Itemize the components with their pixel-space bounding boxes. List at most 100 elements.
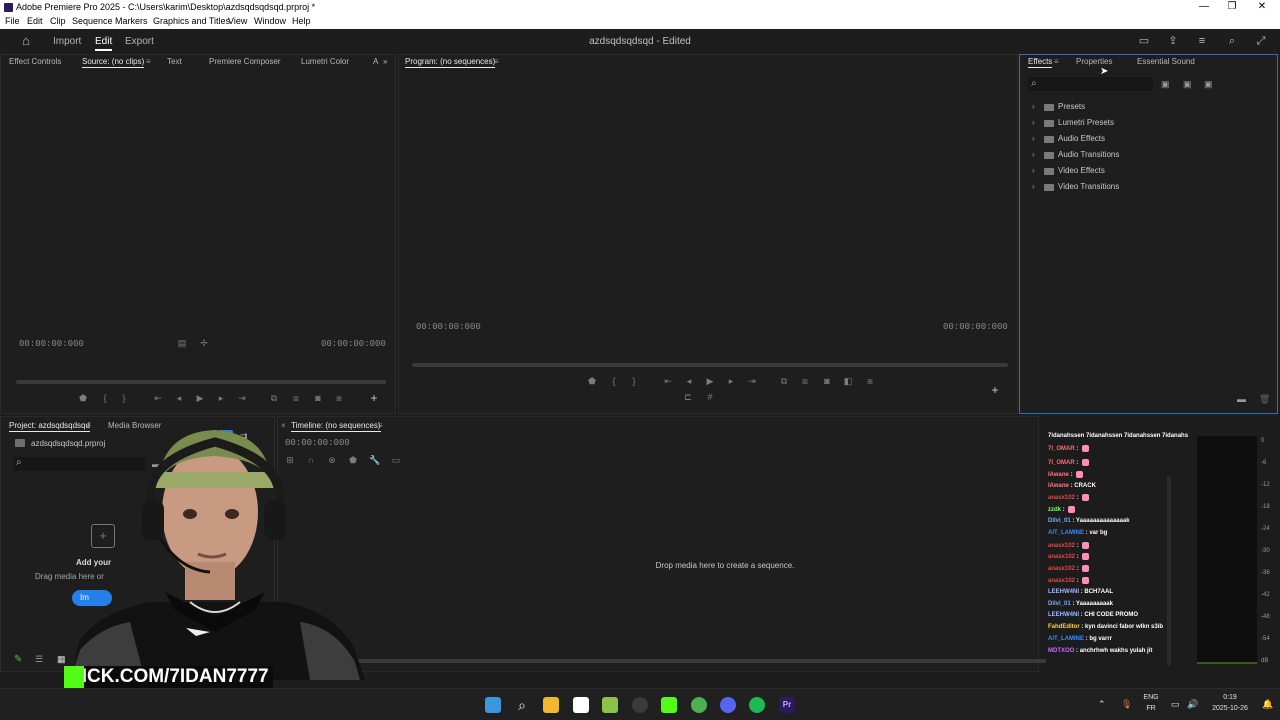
file-explorer-icon[interactable] xyxy=(543,697,559,713)
bluestacks-icon[interactable] xyxy=(602,697,618,713)
taskbar-search-icon[interactable]: ⌕ xyxy=(514,697,530,713)
trash-icon[interactable]: 🗑 xyxy=(1259,394,1270,405)
language-indicator[interactable]: ENG xyxy=(1140,694,1162,701)
comparison-view-icon[interactable]: ◧ xyxy=(841,376,855,387)
chevron-right-icon[interactable]: › xyxy=(1032,182,1035,191)
chat-username[interactable]: 7I_OMAR xyxy=(1048,446,1075,452)
insert-icon[interactable]: ⧉ xyxy=(267,393,281,404)
maximize-button[interactable]: ❐ xyxy=(1222,1,1242,12)
microphone-icon[interactable]: 🎙 xyxy=(1121,699,1132,710)
spotify-icon[interactable] xyxy=(749,697,765,713)
program-menu-icon[interactable]: ≡ xyxy=(494,57,499,66)
chat-username[interactable]: IAwane xyxy=(1048,472,1069,478)
program-timecode-left[interactable]: 00:00:00:000 xyxy=(416,322,481,332)
search-help-icon[interactable]: ⌕ xyxy=(1225,34,1239,48)
chat-username[interactable]: anasx102 xyxy=(1048,495,1075,501)
go-to-in-icon[interactable]: ⇤ xyxy=(151,393,165,404)
chat-username[interactable]: FahdEditor xyxy=(1048,624,1080,630)
tray-expand-icon[interactable]: ⌃ xyxy=(1098,699,1106,710)
chat-username[interactable]: Dilvi_01 xyxy=(1048,518,1071,524)
chevron-right-icon[interactable]: › xyxy=(1032,118,1035,127)
region-indicator[interactable]: FR xyxy=(1140,705,1162,712)
chat-username[interactable]: IAwane xyxy=(1048,483,1069,489)
menu-markers[interactable]: Markers xyxy=(115,16,148,26)
discord-icon[interactable] xyxy=(720,697,736,713)
notification-icon[interactable]: 🔔 xyxy=(1262,699,1273,710)
new-bin-icon[interactable]: ▬ xyxy=(1237,394,1246,404)
menu-sequence[interactable]: Sequence xyxy=(72,16,113,26)
step-forward-icon[interactable]: ▸ xyxy=(214,393,228,404)
source-timecode-left[interactable]: 00:00:00:000 xyxy=(19,339,84,349)
chat-username[interactable]: Dilvi_01 xyxy=(1048,601,1071,607)
volume-icon[interactable]: 🔊 xyxy=(1187,699,1198,710)
accelerated-effects-icon[interactable]: ▣ xyxy=(1161,79,1170,90)
tab-lumetri-color[interactable]: Lumetri Color xyxy=(301,57,349,66)
tab-effects[interactable]: Effects xyxy=(1028,57,1053,68)
extract-icon[interactable]: ⧈ xyxy=(798,376,812,387)
play-icon[interactable]: ▶ xyxy=(193,393,207,404)
start-icon[interactable] xyxy=(485,697,501,713)
export-frame-icon[interactable]: ◙ xyxy=(311,393,325,403)
fullscreen-icon[interactable]: ⤢ xyxy=(1254,34,1268,48)
trim-icon[interactable]: ⊏ xyxy=(681,392,695,403)
program-add-button-icon[interactable]: + xyxy=(988,383,1002,397)
program-step-forward-icon[interactable]: ▸ xyxy=(724,376,738,387)
program-play-icon[interactable]: ▶ xyxy=(703,376,717,387)
drop-zoom-icon[interactable]: ▤ xyxy=(175,338,189,349)
tab-program[interactable]: Program: (no sequences) xyxy=(405,57,496,68)
32bit-effects-icon[interactable]: ▣ xyxy=(1183,79,1192,90)
program-button-editor-icon[interactable]: ⧆ xyxy=(863,376,877,387)
chat-username[interactable]: AIT_LAMINE xyxy=(1048,530,1084,536)
marker-icon[interactable]: ⬟ xyxy=(76,393,90,404)
clock-time[interactable]: 0:19 xyxy=(1205,694,1255,701)
effects-menu-icon[interactable]: ≡ xyxy=(1054,57,1059,66)
chat-username[interactable]: 7I_OMAR xyxy=(1048,460,1075,466)
menu-help[interactable]: Help xyxy=(292,16,311,26)
mark-out-icon[interactable]: } xyxy=(117,393,131,403)
program-scrubber[interactable] xyxy=(412,363,1008,367)
program-export-frame-icon[interactable]: ◙ xyxy=(820,376,834,386)
timeline-menu-icon[interactable]: ≡ xyxy=(378,421,383,430)
close-button[interactable]: ✕ xyxy=(1252,1,1272,12)
tab-effect-controls[interactable]: Effect Controls xyxy=(9,57,61,66)
obs-icon[interactable] xyxy=(632,697,648,713)
source-menu-icon[interactable]: ≡ xyxy=(146,57,151,66)
chat-username[interactable]: anasx102 xyxy=(1048,578,1075,584)
chat-username[interactable]: MDTXOO xyxy=(1048,648,1074,654)
chat-username[interactable]: LEEHW4NI xyxy=(1048,589,1079,595)
captions-icon[interactable]: ▭ xyxy=(389,455,403,466)
chevron-right-icon[interactable]: › xyxy=(1032,102,1035,111)
kick-icon[interactable] xyxy=(661,697,677,713)
chat-username[interactable]: zzdk xyxy=(1048,507,1061,513)
chat-username[interactable]: LEEHW4NI xyxy=(1048,612,1079,618)
more-tabs-icon[interactable]: » xyxy=(383,57,387,66)
yuv-effects-icon[interactable]: ▣ xyxy=(1204,79,1213,90)
settings-icon[interactable]: ✢ xyxy=(197,338,211,349)
chat-username[interactable]: anasx102 xyxy=(1048,543,1075,549)
menu-view[interactable]: View xyxy=(228,16,247,26)
go-to-out-icon[interactable]: ⇥ xyxy=(235,393,249,404)
effects-search-input[interactable] xyxy=(1028,77,1153,91)
tab-text[interactable]: Text xyxy=(167,57,182,66)
program-marker-icon[interactable]: ⬟ xyxy=(585,376,599,387)
program-mark-out-icon[interactable]: } xyxy=(627,376,641,386)
menu-graphics-titles[interactable]: Graphics and Titles xyxy=(153,16,230,26)
share-icon[interactable]: ⇪ xyxy=(1166,34,1180,48)
timeline-settings-icon[interactable]: 🔧 xyxy=(368,455,382,466)
nav-import[interactable]: Import xyxy=(53,36,81,47)
home-icon[interactable]: ⌂ xyxy=(19,34,33,48)
network-icon[interactable]: ▭ xyxy=(1171,699,1180,710)
workspace-icon[interactable]: ▭ xyxy=(1137,34,1151,48)
chrome-icon[interactable] xyxy=(691,697,707,713)
pencil-icon[interactable]: ✎ xyxy=(14,654,22,665)
nav-edit[interactable]: Edit xyxy=(95,36,113,51)
tab-essential-sound[interactable]: Essential Sound xyxy=(1137,57,1195,66)
chat-username[interactable]: anasx102 xyxy=(1048,566,1075,572)
safe-margins-icon[interactable]: # xyxy=(703,392,717,402)
chevron-right-icon[interactable]: › xyxy=(1032,134,1035,143)
program-go-out-icon[interactable]: ⇥ xyxy=(745,376,759,387)
premiere-taskbar-icon[interactable]: Pr xyxy=(779,697,795,713)
chat-username[interactable]: AIT_LAMINE xyxy=(1048,636,1084,642)
minimize-button[interactable]: — xyxy=(1194,1,1214,12)
mark-in-icon[interactable]: { xyxy=(98,393,112,403)
